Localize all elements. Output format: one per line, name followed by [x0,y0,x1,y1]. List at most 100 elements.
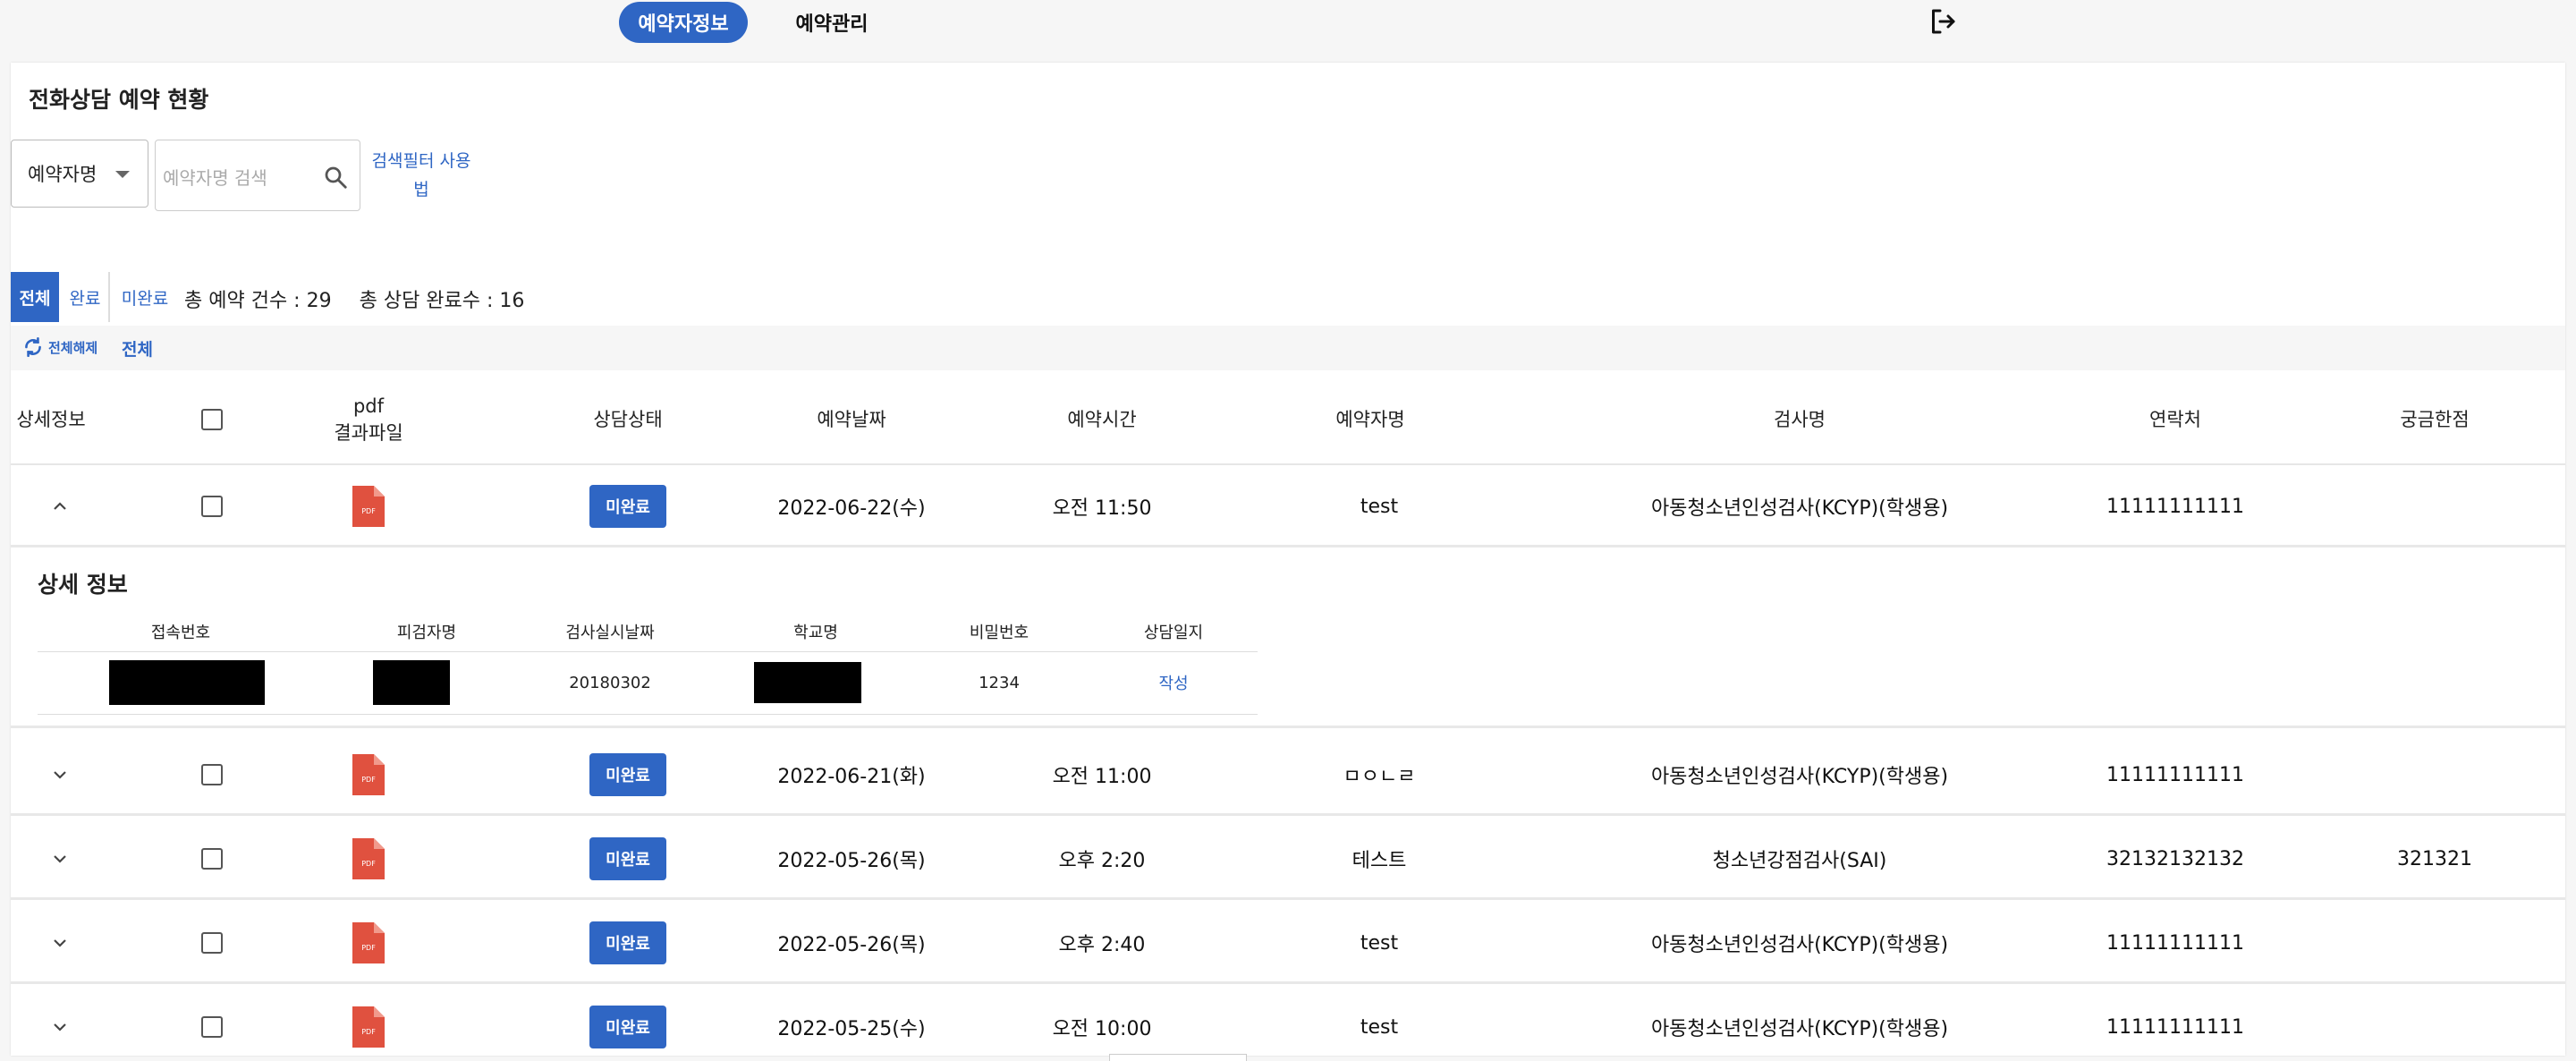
expand-button[interactable] [29,986,91,1061]
tab-reservation-info[interactable]: 예약자정보 [619,2,748,43]
filter-tab-pending[interactable]: 미완료 [113,272,177,322]
question-cell [2354,734,2515,816]
detail-divider [38,714,1258,715]
deselect-all-button[interactable]: 전체해제 [21,335,97,359]
detail-header-school: 학교명 [793,624,838,642]
row-checkbox[interactable] [201,496,223,517]
expand-button[interactable] [29,818,91,900]
header-phone: 연락처 [2149,409,2201,430]
caret-down-icon [115,171,130,178]
pdf-cell: PDF [333,465,404,547]
pdf-file-icon[interactable]: PDF [352,838,385,879]
header-detail: 상세정보 [16,409,86,430]
status-badge[interactable]: 미완료 [589,921,666,964]
detail-header-access-no: 접속번호 [150,624,211,642]
expand-button[interactable] [29,734,91,816]
detail-title: 상세 정보 [38,572,128,598]
test-cell: 아동청소년인성검사(KCYP)(학생용) [1650,766,1949,788]
table-row: PDF 미완료 2022-05-25(수) 오전 10:00 test 아동청소… [11,986,2565,1061]
row-checkbox[interactable] [201,848,223,870]
pdf-cell: PDF [333,734,404,816]
detail-panel: 상세 정보 접속번호 피검자명 검사실시날짜 학교명 비밀번호 상담일지 201… [11,549,2565,728]
row-checkbox[interactable] [201,932,223,954]
header-test: 검사명 [1774,409,1826,430]
top-navigation: 예약자정보 예약관리 [0,0,2576,61]
date-cell: 2022-06-22(수) [777,497,926,520]
collapse-button[interactable] [29,465,91,547]
page-title: 전화상담 예약 현황 [29,87,209,113]
logout-icon[interactable] [1927,5,1959,38]
filter-tab-done[interactable]: 완료 [63,272,107,322]
time-cell: 오후 2:40 [1058,934,1146,956]
header-pdf: pdf 결과파일 [334,395,403,444]
time-cell: 오전 11:50 [1052,497,1152,520]
name-cell: test [1360,931,1399,955]
chevron-down-icon [54,855,66,863]
phone-cell: 32132132132 [2106,847,2244,870]
status-badge[interactable]: 미완료 [589,1006,666,1048]
tab-reservation-manage[interactable]: 예약관리 [776,2,887,43]
header-checkbox-cell [181,374,243,465]
pagination-edge[interactable] [1109,1054,1247,1061]
table-row: PDF 미완료 2022-05-26(목) 오후 2:20 테스트 청소년강점검… [11,818,2565,900]
pdf-file-icon[interactable]: PDF [352,922,385,963]
table-row: PDF 미완료 2022-06-22(수) 오전 11:50 test 아동청소… [11,465,2565,547]
search-input[interactable]: 예약자명 검색 [155,140,360,211]
redacted-examinee [373,660,450,705]
status-cell: 미완료 [547,986,708,1061]
redacted-school [754,662,861,703]
time-cell: 오전 11:00 [1052,766,1152,788]
table-toolbar: 전체해제 전체 [11,326,2565,370]
row-checkbox[interactable] [201,1016,223,1038]
chevron-up-icon [54,502,66,510]
row-checkbox[interactable] [201,764,223,785]
select-all-checkbox[interactable] [201,409,223,430]
name-cell: test [1360,1015,1399,1039]
chevron-down-icon [54,1023,66,1031]
time-cell: 오후 2:20 [1058,850,1146,872]
expand-button[interactable] [29,902,91,984]
status-badge[interactable]: 미완료 [589,485,666,528]
search-icon[interactable] [322,164,349,191]
test-cell: 청소년강점검사(SAI) [1712,850,1887,872]
row-checkbox-cell [181,734,243,816]
status-cell: 미완료 [547,902,708,984]
svg-text:PDF: PDF [361,776,376,784]
pdf-file-icon[interactable]: PDF [352,754,385,795]
row-checkbox-cell [181,818,243,900]
question-cell [2354,986,2515,1061]
date-cell: 2022-05-26(목) [777,934,926,956]
access-no-cell [109,651,265,714]
examinee-cell [373,651,450,714]
status-cell: 미완료 [547,818,708,900]
redacted-access-no [109,660,265,705]
chevron-down-icon [54,939,66,947]
table-row: PDF 미완료 2022-05-26(목) 오후 2:40 test 아동청소년… [11,902,2565,984]
row-checkbox-cell [181,902,243,984]
pdf-file-icon[interactable]: PDF [352,1006,385,1048]
phone-cell: 11111111111 [2106,763,2244,786]
status-cell: 미완료 [547,734,708,816]
pdf-cell: PDF [333,986,404,1061]
header-name: 예약자명 [1335,409,1405,430]
filter-help-link[interactable]: 검색필터 사용법 [369,147,474,204]
status-badge[interactable]: 미완료 [589,753,666,796]
row-checkbox-cell [181,986,243,1061]
row-checkbox-cell [181,465,243,547]
test-cell: 아동청소년인성검사(KCYP)(학생용) [1650,934,1949,956]
table-header: 상세정보 pdf 결과파일 상담상태 예약날짜 예약시간 예약자명 검사명 연락… [11,374,2565,465]
detail-header-examinee: 피검자명 [396,624,457,642]
filter-tab-all[interactable]: 전체 [11,272,59,322]
status-badge[interactable]: 미완료 [589,837,666,880]
search-placeholder: 예약자명 검색 [163,167,267,189]
write-log-link[interactable]: 작성 [1102,651,1245,714]
search-field-select[interactable]: 예약자명 [11,140,148,208]
pdf-cell: PDF [333,818,404,900]
pdf-file-icon[interactable]: PDF [352,486,385,527]
password-cell: 1234 [979,673,1020,692]
select-all-button[interactable]: 전체 [122,336,153,361]
phone-cell: 11111111111 [2106,931,2244,955]
detail-header-password: 비밀번호 [969,624,1030,642]
svg-text:PDF: PDF [361,860,376,868]
header-status: 상담상태 [593,409,663,430]
